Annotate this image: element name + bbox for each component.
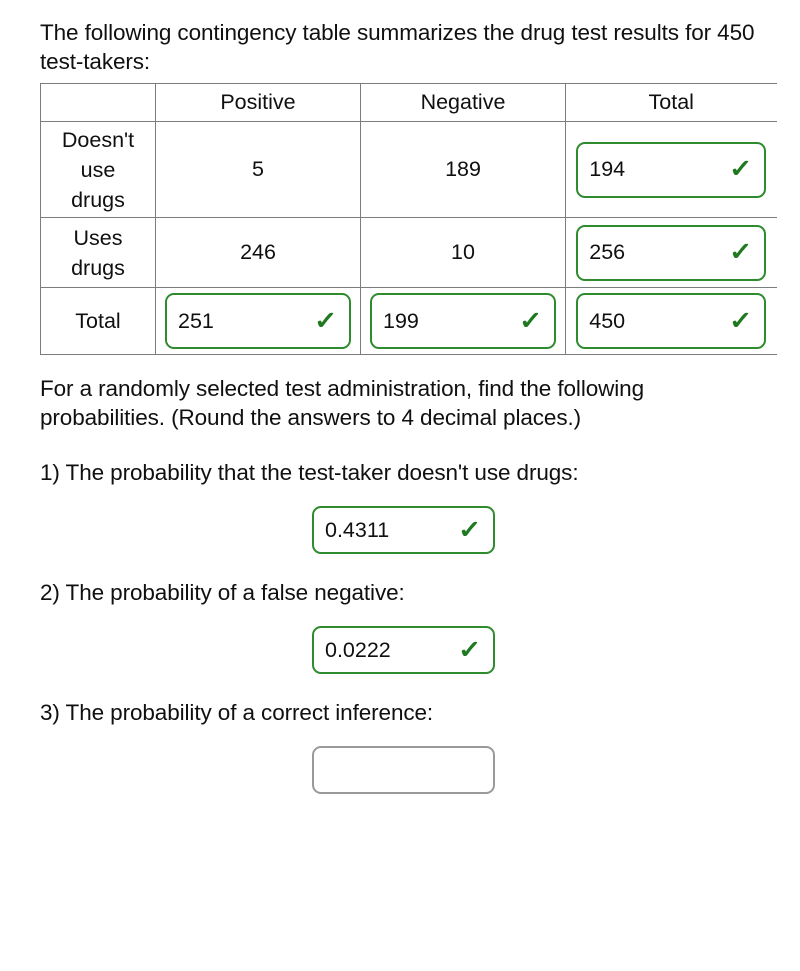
input-uses-total[interactable]: 256 ✓ <box>576 224 767 281</box>
instructions-text: For a randomly selected test administrat… <box>40 376 645 430</box>
question-2: 2) The probability of a false negative: … <box>40 578 774 674</box>
input-value: 0.4311 <box>325 517 390 542</box>
row-label-line: Doesn't <box>61 127 135 152</box>
input-doesnt-use-total[interactable]: 194 ✓ <box>576 141 767 198</box>
header-total: Total <box>565 83 777 122</box>
table-row-total: Total 251 ✓ 199 ✓ 450 ✓ <box>40 287 777 355</box>
cell-uses-total: 256 ✓ <box>565 217 777 288</box>
cell-uses-positive: 246 <box>155 217 361 288</box>
check-icon: ✓ <box>314 306 338 335</box>
cell-total-positive: 251 ✓ <box>155 287 361 355</box>
intro-text: The following contingency table summariz… <box>40 20 755 74</box>
input-value: 0.0222 <box>325 637 391 662</box>
question-2-answer-row: 0.0222 ✓ <box>40 626 774 674</box>
row-label-line: drugs <box>71 255 125 280</box>
check-icon: ✓ <box>458 635 482 664</box>
question-3-answer-row <box>40 746 774 794</box>
input-value: 450 <box>589 308 626 333</box>
header-corner-blank <box>40 83 156 122</box>
header-negative: Negative <box>360 83 566 122</box>
input-total-positive[interactable]: 251 ✓ <box>165 293 351 349</box>
check-icon: ✓ <box>729 306 753 335</box>
input-question-1[interactable]: 0.4311 ✓ <box>312 506 495 554</box>
exercise-page: The following contingency table summariz… <box>0 0 800 794</box>
question-2-prompt: 2) The probability of a false negative: <box>40 580 405 605</box>
input-value: 251 <box>178 308 214 333</box>
row-label-total: Total <box>40 287 156 355</box>
row-label-line: Total <box>75 309 121 333</box>
question-1-answer-row: 0.4311 ✓ <box>40 506 774 554</box>
cell-doesnt-use-total: 194 ✓ <box>565 121 777 218</box>
table-header: Positive Negative Total <box>40 83 777 122</box>
input-question-3[interactable] <box>312 746 495 794</box>
question-1-prompt: 1) The probability that the test-taker d… <box>40 460 579 485</box>
check-icon: ✓ <box>519 306 543 335</box>
input-value: 199 <box>383 308 419 333</box>
cell-grand-total: 450 ✓ <box>565 287 777 355</box>
check-icon: ✓ <box>458 515 482 544</box>
row-label-doesnt-use-drugs: Doesn't use drugs <box>40 121 156 218</box>
contingency-table-container: Positive Negative Total Doesn't use drug… <box>40 83 777 355</box>
input-question-2[interactable]: 0.0222 ✓ <box>312 626 495 674</box>
input-value: 194 <box>589 157 626 181</box>
check-icon: ✓ <box>729 238 753 266</box>
row-label-uses-drugs: Uses drugs <box>40 217 156 288</box>
question-3-prompt: 3) The probability of a correct inferenc… <box>40 700 434 725</box>
row-label-line: use <box>80 157 116 182</box>
row-label-line: drugs <box>71 187 125 212</box>
table-row-doesnt-use-drugs: Doesn't use drugs 5 189 194 ✓ <box>40 121 777 218</box>
check-icon: ✓ <box>729 155 753 183</box>
question-1: 1) The probability that the test-taker d… <box>40 458 774 554</box>
input-grand-total[interactable]: 450 ✓ <box>576 293 767 349</box>
row-label-line: Uses <box>73 225 123 250</box>
question-3: 3) The probability of a correct inferenc… <box>40 698 774 794</box>
table-header-row: Positive Negative Total <box>40 83 777 122</box>
input-total-negative[interactable]: 199 ✓ <box>370 293 556 349</box>
table-row-uses-drugs: Uses drugs 246 10 256 ✓ <box>40 217 777 288</box>
input-value: 256 <box>589 240 626 264</box>
header-positive: Positive <box>155 83 361 122</box>
cell-doesnt-use-negative: 189 <box>360 121 566 218</box>
cell-total-negative: 199 ✓ <box>360 287 566 355</box>
table-body: Doesn't use drugs 5 189 194 ✓ Uses drugs… <box>40 121 777 355</box>
cell-uses-negative: 10 <box>360 217 566 288</box>
cell-doesnt-use-positive: 5 <box>155 121 361 218</box>
contingency-table: Positive Negative Total Doesn't use drug… <box>40 83 777 355</box>
